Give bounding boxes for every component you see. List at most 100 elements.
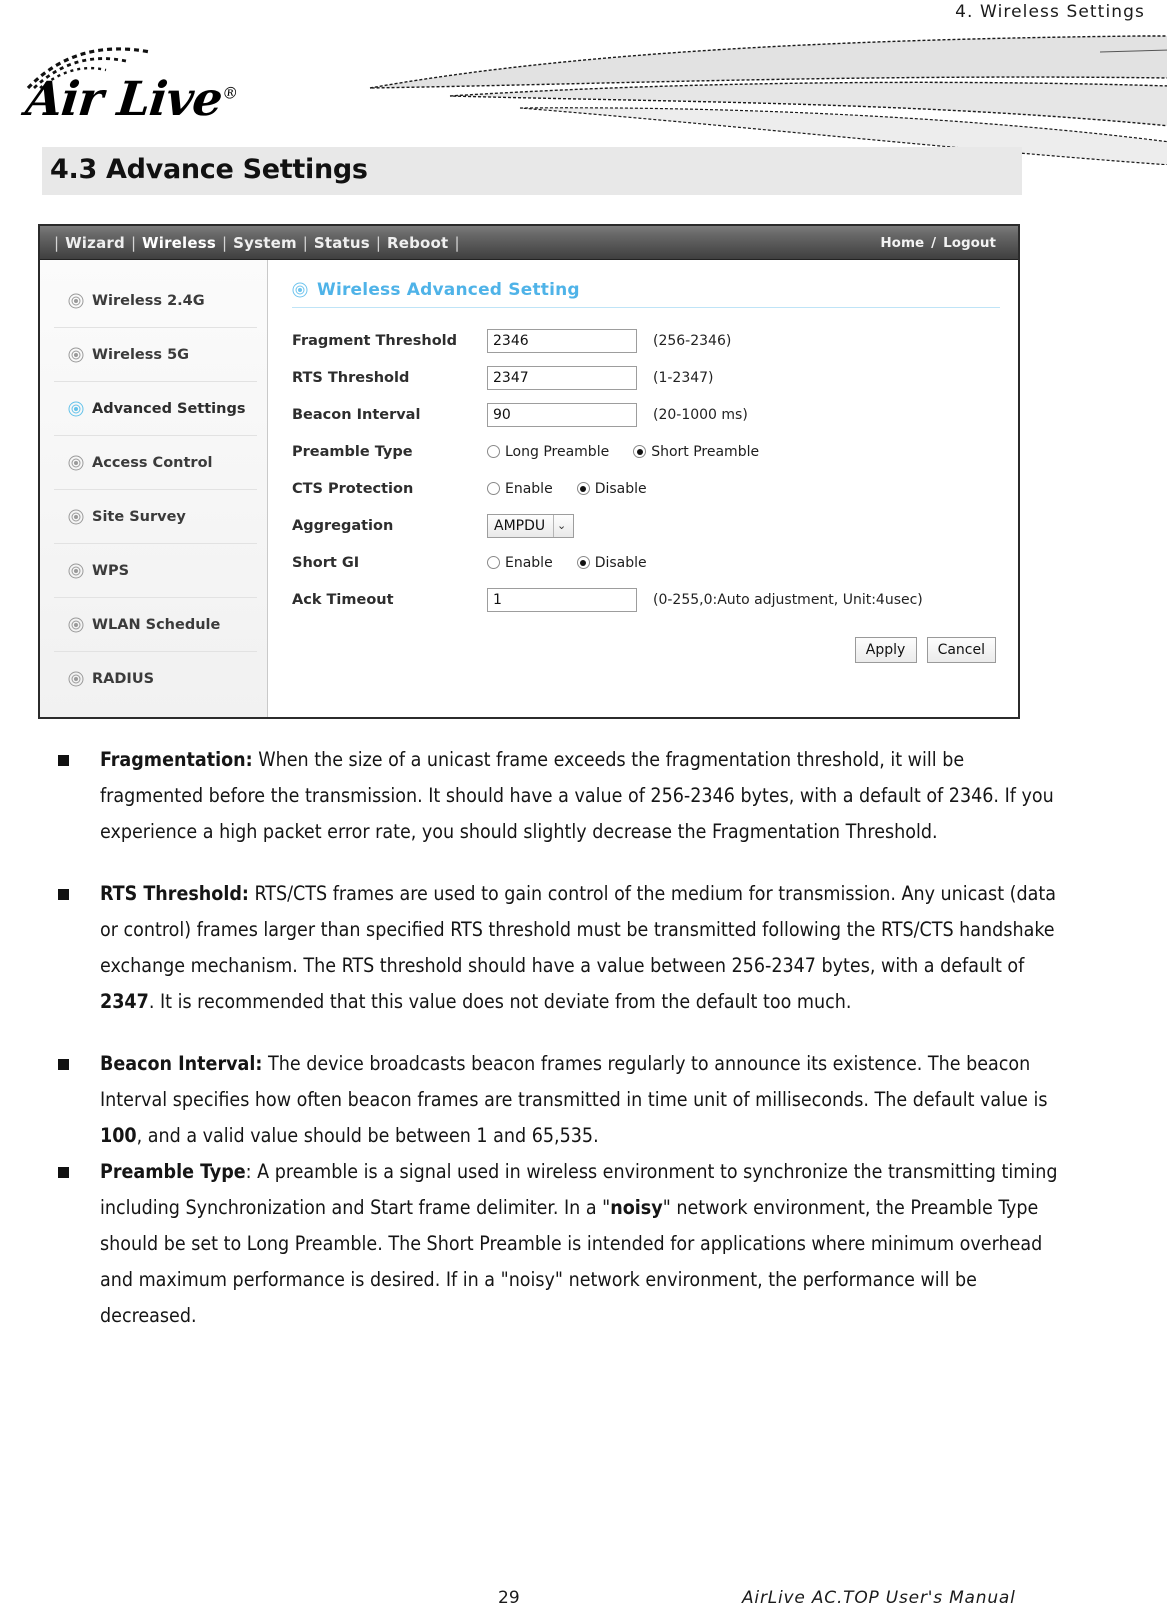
bullet-term-fragmentation: Fragmentation: xyxy=(100,748,253,771)
nav-separator: | xyxy=(54,233,60,252)
nav-item-reboot[interactable]: Reboot xyxy=(387,234,448,252)
chevron-down-icon[interactable]: ⌄ xyxy=(553,514,569,537)
beacon-interval-control: 90 (20-1000 ms) xyxy=(487,402,748,427)
ack-timeout-input[interactable]: 1 xyxy=(487,587,637,612)
radio-unselected-icon[interactable] xyxy=(487,482,500,495)
sidebar-item-radius[interactable]: RADIUS xyxy=(54,652,257,706)
beacon-interval-label: Beacon Interval xyxy=(292,406,421,423)
cts-protection-radio-group: Enable Disable xyxy=(487,481,647,497)
manual-name: AirLive AC.TOP User's Manual xyxy=(742,1588,1016,1608)
logout-link[interactable]: Logout xyxy=(943,235,996,251)
panel-heading-label: Wireless Advanced Setting xyxy=(317,280,580,300)
fragment-threshold-hint: (256-2346) xyxy=(653,332,732,349)
router-sidebar: Wireless 2.4G Wireless 5G Advanced Setti… xyxy=(40,260,268,717)
preamble-short-label: Short Preamble xyxy=(651,443,760,460)
short-gi-label: Short GI xyxy=(292,554,360,571)
preamble-long-option[interactable]: Long Preamble xyxy=(487,444,609,460)
bullet-rts-threshold: RTS Threshold: RTS/CTS frames are used t… xyxy=(58,876,1063,1020)
sidebar-item-label: WLAN Schedule xyxy=(92,616,221,633)
field-row-preamble-type: Preamble Type Long Preamble Short Preamb… xyxy=(292,433,1000,470)
sidebar-item-wireless-24g[interactable]: Wireless 2.4G xyxy=(54,274,257,328)
cts-enable-option[interactable]: Enable xyxy=(487,481,553,497)
ack-timeout-control: 1 (0-255,0:Auto adjustment, Unit:4usec) xyxy=(487,587,923,612)
beacon-interval-hint: (20-1000 ms) xyxy=(653,406,748,423)
sidebar-item-label: RADIUS xyxy=(92,671,155,687)
bullet-emphasis-rts: 2347 xyxy=(100,990,149,1013)
page-header-band: Air Live® xyxy=(0,30,1167,165)
nav-item-wizard[interactable]: Wizard xyxy=(65,234,125,252)
section-title-bar: 4.3 Advance Settings xyxy=(42,147,1022,195)
rts-threshold-label: RTS Threshold xyxy=(292,369,410,386)
body-copy: Fragmentation: When the size of a unicas… xyxy=(58,742,1063,1334)
rts-threshold-hint: (1-2347) xyxy=(653,369,714,386)
ack-timeout-hint: (0-255,0:Auto adjustment, Unit:4usec) xyxy=(653,591,923,608)
nav-item-system[interactable]: System xyxy=(233,234,297,252)
cts-disable-option[interactable]: Disable xyxy=(576,480,647,497)
nav-separator: | xyxy=(454,233,460,252)
bullet-emphasis-preamble: noisy xyxy=(610,1196,663,1219)
form-action-buttons: Apply Cancel xyxy=(854,637,996,663)
preamble-type-radio-group: Long Preamble Short Preamble xyxy=(487,444,759,460)
radio-unselected-icon[interactable] xyxy=(487,556,500,569)
sidebar-item-wireless-5g[interactable]: Wireless 5G xyxy=(54,328,257,382)
cts-protection-control: Enable Disable xyxy=(487,481,647,497)
decorative-swoosh xyxy=(369,35,1167,165)
sidebar-item-site-survey[interactable]: Site Survey xyxy=(54,490,257,544)
target-ring-icon xyxy=(68,563,83,578)
short-gi-disable-option[interactable]: Disable xyxy=(576,555,647,571)
cts-protection-label: CTS Protection xyxy=(292,480,414,497)
router-ui-screenshot: | Wizard | Wireless | System | Status | … xyxy=(38,224,1020,719)
target-ring-icon xyxy=(68,293,83,308)
target-ring-icon xyxy=(68,347,83,362)
bullet-term-beacon-interval: Beacon Interval: xyxy=(100,1052,263,1075)
rts-threshold-control: 2347 (1-2347) xyxy=(487,365,714,390)
router-top-nav: | Wizard | Wireless | System | Status | … xyxy=(40,226,1018,260)
bullet-emphasis-beacon: 100 xyxy=(100,1124,137,1147)
rts-threshold-input[interactable]: 2347 xyxy=(487,365,637,390)
radio-selected-icon[interactable] xyxy=(633,445,647,458)
field-row-short-gi: Short GI Enable Disable xyxy=(292,544,1000,581)
fragment-threshold-input[interactable]: 2346 xyxy=(487,328,637,353)
sidebar-item-label: Site Survey xyxy=(92,508,186,525)
radio-selected-icon[interactable] xyxy=(576,482,590,495)
radio-unselected-icon[interactable] xyxy=(487,445,500,458)
nav-item-status[interactable]: Status xyxy=(314,234,370,252)
preamble-type-label: Preamble Type xyxy=(292,443,413,460)
nav-right-group: Home / Logout xyxy=(880,235,1004,251)
airlive-logo: Air Live® xyxy=(8,34,308,139)
target-ring-icon xyxy=(68,617,83,632)
preamble-long-label: Long Preamble xyxy=(505,443,610,460)
home-link[interactable]: Home xyxy=(880,235,924,251)
bullet-fragmentation: Fragmentation: When the size of a unicas… xyxy=(58,742,1063,850)
short-gi-control: Enable Disable xyxy=(487,555,647,571)
sidebar-item-wlan-schedule[interactable]: WLAN Schedule xyxy=(54,598,257,652)
aggregation-control: AMPDU ⌄ xyxy=(487,513,575,538)
field-row-aggregation: Aggregation AMPDU ⌄ xyxy=(292,507,1000,544)
apply-button[interactable]: Apply xyxy=(854,637,917,663)
preamble-short-option[interactable]: Short Preamble xyxy=(633,444,759,460)
aggregation-select[interactable]: AMPDU ⌄ xyxy=(487,513,575,538)
airlive-logo-text: Air Live® xyxy=(23,72,239,127)
page-title: 4.3 Advance Settings xyxy=(50,154,368,185)
bullet-text-beacon-b: , and a valid value should be between 1 … xyxy=(136,1124,599,1147)
sidebar-item-wps[interactable]: WPS xyxy=(54,544,257,598)
radio-selected-icon[interactable] xyxy=(576,556,590,569)
sidebar-item-advanced-settings[interactable]: Advanced Settings xyxy=(54,382,257,436)
nav-item-wireless[interactable]: Wireless xyxy=(142,234,216,252)
page-number: 29 xyxy=(498,1588,520,1608)
field-row-fragment-threshold: Fragment Threshold 2346 (256-2346) xyxy=(292,322,1000,359)
router-body: Wireless 2.4G Wireless 5G Advanced Setti… xyxy=(40,260,1018,717)
bullet-text-rts-b: . It is recommended that this value does… xyxy=(148,990,852,1013)
running-head: 4. Wireless Settings xyxy=(955,2,1145,22)
ack-timeout-label: Ack Timeout xyxy=(292,591,394,608)
cancel-button[interactable]: Cancel xyxy=(926,637,996,663)
bullet-beacon-interval: Beacon Interval: The device broadcasts b… xyxy=(58,1046,1063,1154)
sidebar-item-label: WPS xyxy=(92,562,130,579)
field-row-beacon-interval: Beacon Interval 90 (20-1000 ms) xyxy=(292,396,1000,433)
bullet-term-preamble-type: Preamble Type xyxy=(100,1160,246,1183)
nav-divider: / xyxy=(931,234,937,251)
cts-disable-label: Disable xyxy=(594,480,647,497)
beacon-interval-input[interactable]: 90 xyxy=(487,402,637,427)
short-gi-enable-option[interactable]: Enable xyxy=(487,555,553,571)
sidebar-item-access-control[interactable]: Access Control xyxy=(54,436,257,490)
